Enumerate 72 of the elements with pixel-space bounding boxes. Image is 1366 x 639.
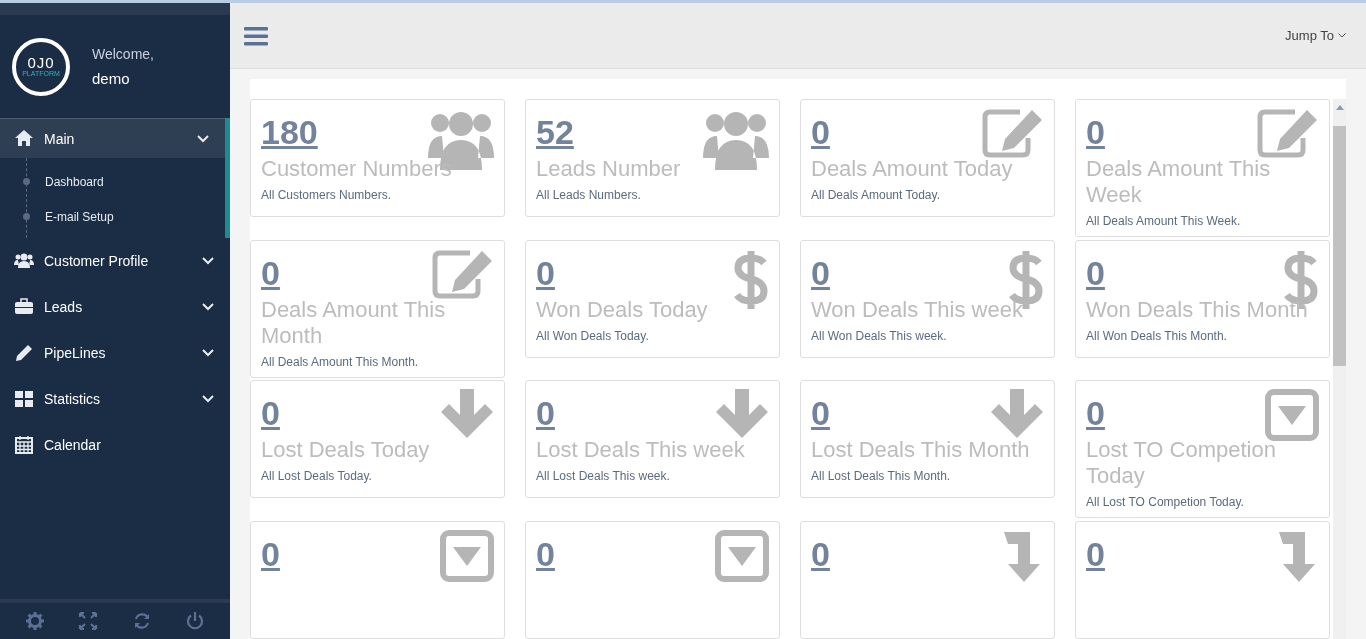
welcome-text: Welcome,	[92, 46, 154, 62]
nav-subitem[interactable]: Dashboard	[0, 164, 225, 199]
stat-title: Lost Deals This week	[536, 437, 746, 464]
stat-subtitle: All Won Deals This week.	[811, 328, 948, 343]
stat-subtitle: All Won Deals Today.	[536, 328, 650, 343]
arrow-down-icon	[715, 389, 769, 440]
stat-value[interactable]: 0	[536, 393, 555, 434]
stat-title: Deals Amount This Week	[1086, 156, 1272, 208]
menu-button[interactable]	[244, 25, 268, 46]
stat-subtitle: All Leads Numbers.	[536, 188, 642, 202]
edit-icon	[432, 248, 494, 299]
stat-value[interactable]: 180	[261, 112, 318, 152]
scrollbar[interactable]	[1333, 99, 1346, 639]
caret-square-icon	[1265, 389, 1319, 442]
chevron-icon	[1338, 33, 1346, 38]
stat-title: Deals Amount Today	[811, 156, 1014, 182]
stat-value[interactable]: 0	[536, 252, 555, 293]
stat-subtitle: All Deals Amount Today.	[811, 188, 941, 202]
arrow-down-icon	[440, 389, 494, 440]
home-icon	[14, 128, 34, 149]
user-name: demo	[92, 70, 131, 87]
stat-subtitle: All Deals Amount This Month.	[261, 354, 420, 369]
nav-item[interactable]: Statistics	[0, 376, 230, 422]
stat-subtitle: All Customers Numbers.	[261, 188, 393, 202]
fullscreen-button[interactable]	[78, 611, 99, 631]
stat-value[interactable]: 0	[261, 393, 280, 434]
settings-button[interactable]	[24, 611, 45, 631]
users-icon	[14, 251, 34, 271]
scroll-up-icon[interactable]	[1335, 105, 1344, 110]
jump-to-dropdown[interactable]: Jump To	[1279, 27, 1352, 44]
nav-item[interactable]: Calendar	[0, 422, 230, 468]
stat-subtitle: All Deals Amount This Week.	[1086, 214, 1242, 228]
stat-value[interactable]: 0	[261, 252, 280, 293]
stat-title: Lost TO Competion Today	[1086, 437, 1277, 490]
nav-subitem[interactable]: E-mail Setup	[0, 199, 225, 234]
dollar-icon	[733, 248, 769, 311]
stat-value[interactable]: 0	[1086, 393, 1105, 434]
stat-value[interactable]: 52	[536, 112, 574, 152]
briefcase-icon	[14, 297, 34, 317]
stat-title: Leads Number	[536, 156, 682, 182]
stat-value[interactable]: 0	[811, 534, 830, 574]
caret-square-icon	[440, 530, 494, 582]
caret-square-icon	[715, 530, 769, 582]
grid-icon	[14, 389, 34, 409]
stat-subtitle: All Lost Deals Today.	[261, 469, 373, 484]
nav-item[interactable]: PipeLines	[0, 330, 230, 376]
stat-title: Lost Deals Today	[261, 437, 431, 464]
nav-item[interactable]: Main	[0, 118, 225, 158]
stat-subtitle: All Lost Deals This week.	[536, 469, 671, 484]
nav-item[interactable]: Leads	[0, 284, 230, 330]
stat-value[interactable]: 0	[261, 534, 280, 574]
stat-title: Lost Deals This Month	[811, 437, 1031, 464]
stat-title: Won Deals This week	[811, 296, 1024, 323]
nav-item[interactable]: Customer Profile	[0, 238, 230, 284]
power-button[interactable]	[185, 611, 206, 631]
stat-subtitle: All Lost TO Competion Today.	[1086, 495, 1245, 510]
stat-value[interactable]: 0	[1086, 112, 1105, 152]
stat-value[interactable]: 0	[1086, 534, 1105, 574]
stat-value[interactable]: 0	[811, 393, 830, 434]
stat-value[interactable]: 0	[811, 252, 830, 293]
stat-title: Deals Amount This Month	[261, 296, 447, 349]
stat-title: Won Deals Today	[536, 296, 709, 323]
pencil-icon	[14, 343, 34, 363]
calendar-icon	[14, 435, 34, 455]
stat-subtitle: All Lost Deals This Month.	[811, 469, 952, 484]
stat-value[interactable]: 0	[811, 112, 830, 152]
stat-subtitle: All Won Deals This Month.	[1086, 328, 1228, 343]
edit-icon	[1257, 108, 1319, 158]
edit-icon	[982, 108, 1044, 158]
stat-value[interactable]: 0	[1086, 252, 1105, 293]
stat-value[interactable]: 0	[536, 534, 555, 574]
arrow-down-icon	[990, 389, 1044, 440]
